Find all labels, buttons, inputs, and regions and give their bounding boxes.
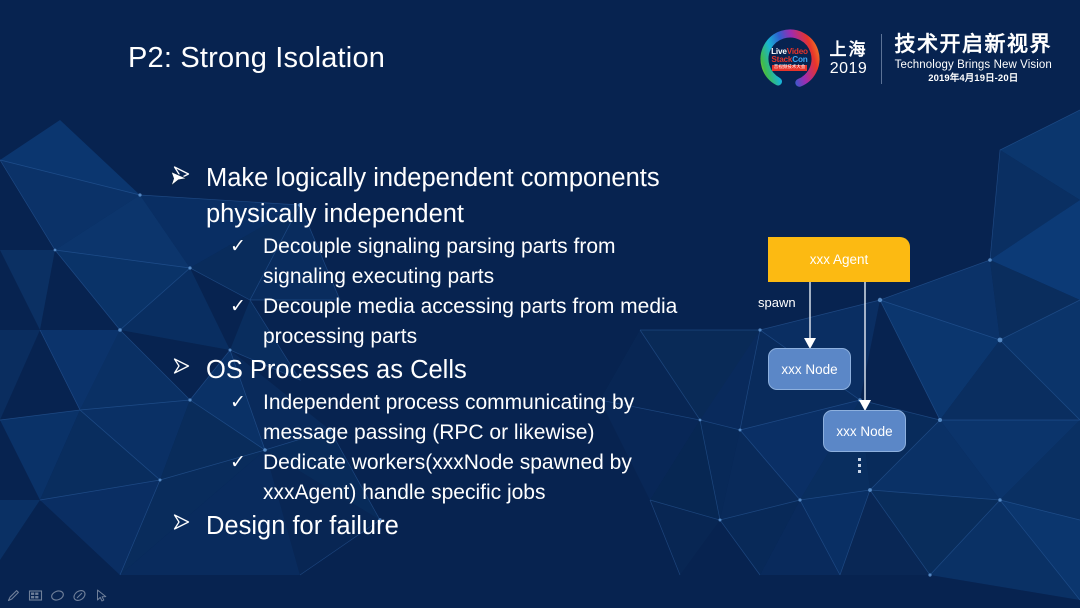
arrow-bullet-icon <box>173 514 190 530</box>
pen-icon[interactable] <box>6 588 21 603</box>
laser-pointer-icon[interactable] <box>50 588 65 603</box>
node-box-1[interactable]: xxx Node <box>768 348 851 390</box>
logo-event-date: 2019年4月19日-20日 <box>928 73 1019 85</box>
logo-divider <box>880 34 882 84</box>
bullet-level2: ✓ Dedicate workers(xxxNode spawned by xx… <box>168 448 688 508</box>
livevideostack-logo-icon: LiveVideo StackCon 音视频技术大会 <box>759 28 821 90</box>
logo-slogan-chinese: 技术开启新视界 <box>894 32 1052 56</box>
check-bullet-icon: ✓ <box>230 296 246 317</box>
check-bullet-icon: ✓ <box>230 392 246 413</box>
eraser-icon[interactable] <box>72 588 87 603</box>
bullet-list: Make logically independent components ph… <box>168 160 688 544</box>
arrow-bullet-icon <box>173 358 190 374</box>
agent-node-diagram: xxx Agent spawn xxx Node xxx Node <box>740 220 970 490</box>
arrow-bullet-icon <box>173 166 190 182</box>
agent-box[interactable]: xxx Agent <box>768 237 910 282</box>
vertical-ellipsis-icon <box>858 458 862 473</box>
conference-logo: LiveVideo StackCon 音视频技术大会 上海 2019 技术开启新… <box>759 23 1053 95</box>
logo-con-text: Con <box>792 54 808 64</box>
node-box-2[interactable]: xxx Node <box>823 410 906 452</box>
bullet-level2: ✓ Decouple signaling parsing parts from … <box>168 232 688 292</box>
bullet-text: Decouple media accessing parts from medi… <box>263 295 678 348</box>
bullet-level2: ✓ Decouple media accessing parts from me… <box>168 292 688 352</box>
arrow-pointer-icon[interactable] <box>94 588 109 603</box>
bullet-level2: ✓ Independent process communicating by m… <box>168 388 688 448</box>
bullet-text: Decouple signaling parsing parts from si… <box>263 235 616 288</box>
logo-year-text: 2019 <box>829 59 868 77</box>
logo-slogan: 技术开启新视界 Technology Brings New Vision 201… <box>895 33 1053 85</box>
logo-chinese-subtitle: 音视频技术大会 <box>771 64 808 71</box>
bullet-text: Independent process communicating by mes… <box>263 391 635 444</box>
presenter-toolbar[interactable] <box>6 588 109 603</box>
logo-slogan-english: Technology Brings New Vision <box>894 58 1052 71</box>
bullet-text: OS Processes as Cells <box>206 356 467 384</box>
logo-city-year: 上海 2019 <box>830 40 868 78</box>
bullet-text: Dedicate workers(xxxNode spawned by xxxA… <box>263 451 632 504</box>
page-title: P2: Strong Isolation <box>128 42 386 74</box>
logo-city-text: 上海 <box>829 40 868 60</box>
check-bullet-icon: ✓ <box>230 452 246 473</box>
bullet-text: Design for failure <box>206 512 399 540</box>
bullet-level1: OS Processes as Cells <box>168 352 688 388</box>
check-bullet-icon: ✓ <box>230 236 246 257</box>
spawn-edge-label: spawn <box>758 295 796 310</box>
bullet-text: Make logically independent components ph… <box>206 164 660 228</box>
bullet-level1: Make logically independent components ph… <box>168 160 688 232</box>
slide-grid-icon[interactable] <box>28 588 43 603</box>
presentation-slide: P2: Strong Isolation LiveVideo StackCon … <box>0 0 1080 608</box>
logo-stack-text: Stack <box>771 54 793 64</box>
bullet-level1: Design for failure <box>168 508 688 544</box>
